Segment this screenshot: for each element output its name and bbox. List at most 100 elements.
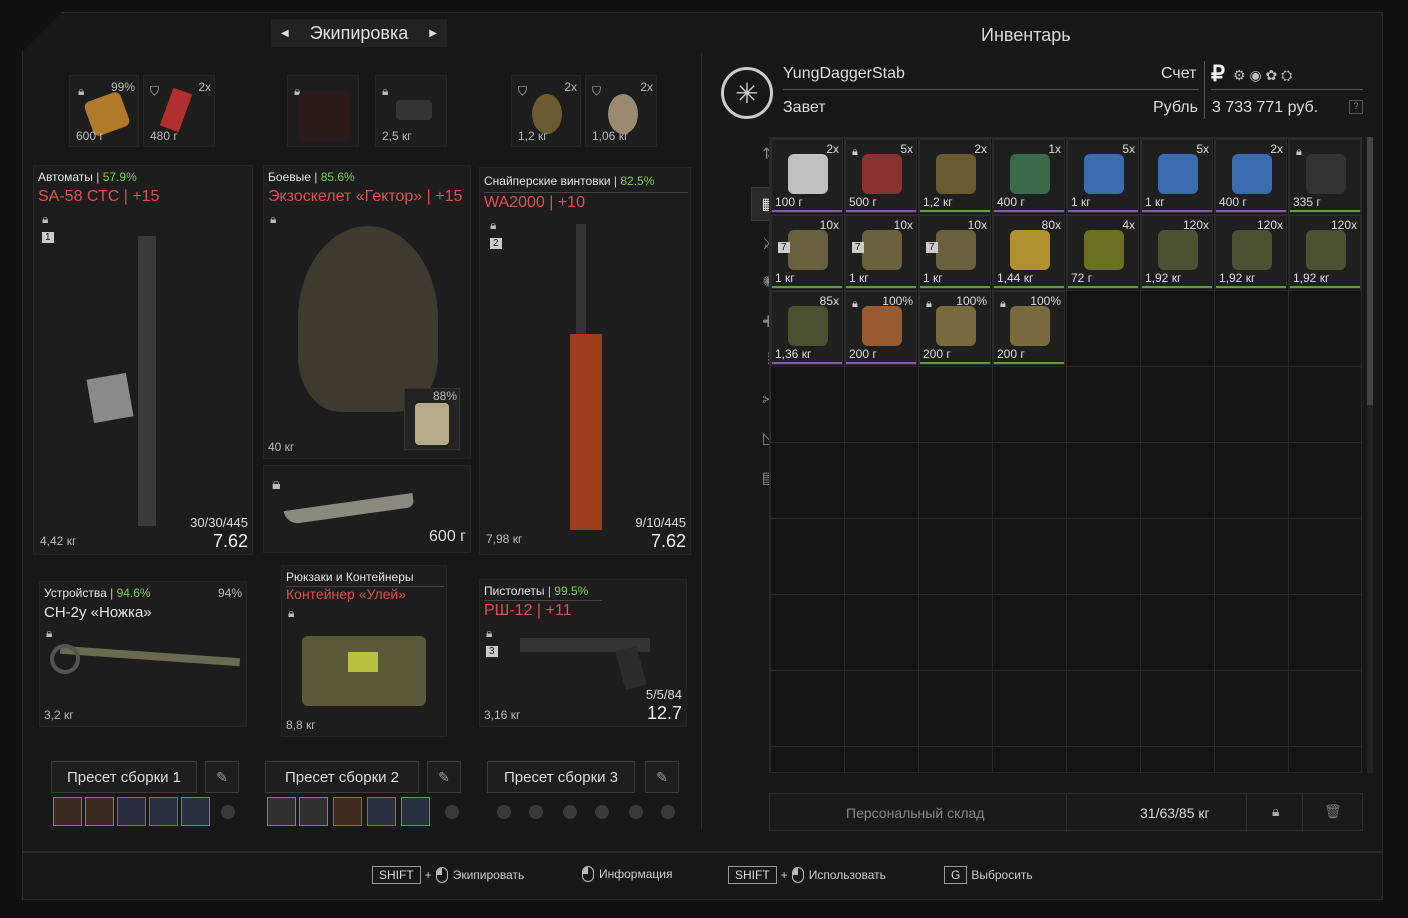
preset-item-artifact-icon[interactable] bbox=[401, 797, 430, 826]
preset-item-artifact-icon[interactable] bbox=[117, 797, 146, 826]
currency-divider bbox=[1204, 61, 1205, 119]
preset-3-button[interactable]: Пресет сборки 3 bbox=[487, 761, 635, 793]
inventory-item[interactable]: 7 10x 1 кг bbox=[845, 215, 917, 289]
preset-item-artifact-icon[interactable] bbox=[85, 797, 114, 826]
plate-durability: 88% bbox=[432, 389, 457, 403]
slot-number-badge: 3 bbox=[486, 646, 498, 657]
armor-slot[interactable]: Боевые | 85.6% Экзоскелет «Гектор» | +15… bbox=[263, 165, 471, 459]
armor-plate-slot[interactable]: 88% bbox=[404, 388, 460, 450]
rarity-bar bbox=[1216, 210, 1286, 212]
pistol-slot[interactable]: Пистолеты | 99.5% РШ-12 | +11 🔒︎ 3 3,16 … bbox=[479, 579, 687, 727]
preset-2-button[interactable]: Пресет сборки 2 bbox=[265, 761, 419, 793]
rarity-bar bbox=[1290, 286, 1360, 288]
inventory-item[interactable]: 85x 1,36 кг bbox=[771, 291, 843, 365]
inventory-item[interactable]: 🔒︎ 100% 200 г bbox=[919, 291, 991, 365]
lock-icon: 🔒︎ bbox=[42, 212, 49, 226]
bottom-separator bbox=[23, 851, 1383, 853]
weight-label: 480 г bbox=[150, 129, 178, 143]
stash-label[interactable]: Персональный склад bbox=[846, 805, 984, 821]
item-quantity: 5x bbox=[900, 142, 913, 156]
preset-item-artifact-icon[interactable] bbox=[267, 797, 296, 826]
preset-item-artifact-icon[interactable] bbox=[367, 797, 396, 826]
item-weight: 1,92 кг bbox=[1219, 271, 1256, 285]
backpack-slot[interactable]: Рюкзаки и Контейнеры Контейнер «Улей» 🔒︎… bbox=[281, 565, 447, 737]
rarity-bar bbox=[1068, 286, 1138, 288]
inventory-item[interactable]: 5x 1 кг bbox=[1067, 139, 1139, 213]
inventory-item[interactable]: 1x 400 г bbox=[993, 139, 1065, 213]
inventory-item[interactable]: 🔒︎ 100% 200 г bbox=[845, 291, 917, 365]
item-quantity: 2x bbox=[974, 142, 987, 156]
edit-pencil-icon[interactable]: ✎ bbox=[205, 761, 239, 793]
item-icon bbox=[1306, 154, 1346, 194]
inventory-item[interactable]: 120x 1,92 кг bbox=[1141, 215, 1213, 289]
weight-lock-icon[interactable]: 🔒︎ bbox=[1272, 803, 1279, 820]
inventory-item[interactable]: 7 10x 1 кг bbox=[919, 215, 991, 289]
inventory-item[interactable]: 2x 400 г bbox=[1215, 139, 1287, 213]
hint-equip: SHIFT + Экипировать bbox=[372, 866, 524, 884]
equipment-tab-header: ◀ Экипировка ▶ bbox=[271, 19, 447, 47]
rifle-slot[interactable]: Автоматы | 57.9% SA-58 СТС | +15 🔒︎ 1 4,… bbox=[33, 165, 253, 555]
ruble-icon[interactable]: ₽ bbox=[1211, 61, 1225, 87]
inventory-item[interactable]: 120x 1,92 кг bbox=[1289, 215, 1361, 289]
preset-1-button[interactable]: Пресет сборки 1 bbox=[51, 761, 197, 793]
item-weight: 1 кг bbox=[849, 271, 869, 285]
inventory-item[interactable]: 🔒︎ 5x 500 г bbox=[845, 139, 917, 213]
help-icon[interactable]: ? bbox=[1349, 100, 1363, 114]
item-icon bbox=[936, 306, 976, 346]
trash-icon[interactable]: 🗑︎ bbox=[1324, 803, 1342, 820]
preset-item-artifact-icon[interactable] bbox=[299, 797, 328, 826]
preset-item-artifact-icon[interactable] bbox=[53, 797, 82, 826]
inventory-item[interactable]: 120x 1,92 кг bbox=[1215, 215, 1287, 289]
next-arrow-icon[interactable]: ▶ bbox=[429, 28, 437, 39]
inventory-item[interactable]: 4x 72 г bbox=[1067, 215, 1139, 289]
caliber-label: 12.7 bbox=[646, 703, 682, 723]
edit-pencil-icon[interactable]: ✎ bbox=[427, 761, 461, 793]
backpack-category: Рюкзаки и Контейнеры bbox=[286, 570, 414, 584]
inventory-item[interactable]: 🔒︎ 100% 200 г bbox=[993, 291, 1065, 365]
top-slot-mask[interactable]: 🔒︎ bbox=[287, 75, 359, 147]
inventory-item[interactable]: 🔒︎ 335 г bbox=[1289, 139, 1361, 213]
top-slot-device[interactable]: ⛉ 2x 480 г bbox=[143, 75, 215, 147]
empty-slot-icon bbox=[563, 805, 577, 819]
slot-number-badge: 2 bbox=[490, 238, 502, 249]
rarity-bar bbox=[994, 286, 1064, 288]
item-quantity: 1x bbox=[1048, 142, 1061, 156]
sniper-slot[interactable]: Снайперские винтовки | 82.5% WA2000 | +1… bbox=[479, 167, 691, 555]
item-weight: 1,36 кг bbox=[775, 347, 812, 361]
inventory-item[interactable]: 7 10x 1 кг bbox=[771, 215, 843, 289]
knife-icon bbox=[283, 493, 415, 525]
inventory-item[interactable]: 80x 1,44 кг bbox=[993, 215, 1065, 289]
top-slot-grenade-2[interactable]: ⛉ 2x 1,06 кг bbox=[585, 75, 657, 147]
preset-item-artifact-icon[interactable] bbox=[333, 797, 362, 826]
scrollbar-thumb[interactable] bbox=[1367, 137, 1373, 405]
item-quantity: 5x bbox=[1196, 142, 1209, 156]
account-label: Счет bbox=[1161, 65, 1197, 82]
inventory-item[interactable]: 5x 1 кг bbox=[1141, 139, 1213, 213]
item-icon bbox=[1158, 230, 1198, 270]
drop-hint-label: Выбросить bbox=[971, 868, 1033, 882]
rarity-bar bbox=[772, 210, 842, 212]
inventory-item[interactable]: 2x 1,2 кг bbox=[919, 139, 991, 213]
rarity-bar bbox=[920, 286, 990, 288]
item-icon bbox=[788, 154, 828, 194]
rarity-bar bbox=[994, 210, 1064, 212]
devices-slot[interactable]: Устройства | 94.6% 94% СН-2у «Ножка» 🔒︎ … bbox=[39, 581, 247, 727]
quantity-label: 2x bbox=[564, 80, 577, 94]
inventory-item[interactable]: 2x 100 г bbox=[771, 139, 843, 213]
shield-icon: ⛉ bbox=[150, 84, 160, 98]
preset-item-artifact-icon[interactable] bbox=[181, 797, 210, 826]
devices-category: Устройства | 94.6% bbox=[44, 586, 151, 600]
equipment-title: Экипировка bbox=[309, 22, 409, 43]
top-slot-detector[interactable]: 🔒︎ 99% 600 г bbox=[69, 75, 139, 147]
item-weight: 100 г bbox=[775, 195, 803, 209]
preset-item-artifact-icon[interactable] bbox=[149, 797, 178, 826]
rarity-bar bbox=[772, 362, 842, 364]
lock-icon: 🔒︎ bbox=[490, 218, 497, 232]
prev-arrow-icon[interactable]: ◀ bbox=[281, 28, 289, 39]
top-slot-grenade-1[interactable]: ⛉ 2x 1,2 кг bbox=[511, 75, 581, 147]
edit-pencil-icon[interactable]: ✎ bbox=[645, 761, 679, 793]
currency-options-icon[interactable]: ⚙ ◉ ✿ ⛭ bbox=[1233, 67, 1292, 84]
item-weight: 335 г bbox=[1293, 195, 1321, 209]
top-slot-nvg[interactable]: 🔒︎ 2,5 кг bbox=[375, 75, 447, 147]
knife-slot[interactable]: 🔒︎ 600 г bbox=[263, 465, 471, 553]
